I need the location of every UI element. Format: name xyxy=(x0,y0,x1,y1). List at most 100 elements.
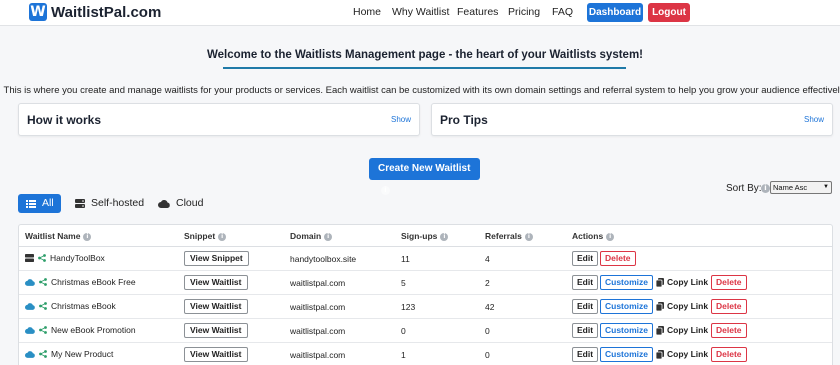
table-row: My New Product View Waitlist waitlistpal… xyxy=(19,343,832,365)
table-header: Waitlist Name i Snippet i Domain i Sign-ups… xyxy=(19,225,832,247)
customize-button[interactable]: Customize xyxy=(600,299,653,314)
waitlist-name-cell: HandyToolBox xyxy=(25,253,105,263)
copy-icon xyxy=(656,278,664,287)
info-icon: i xyxy=(524,232,533,241)
table-row: Christmas eBook Free View Waitlist waitl… xyxy=(19,271,832,295)
how-it-works-show-link[interactable]: Show xyxy=(391,115,411,124)
create-waitlist-label: Create New Waitlist xyxy=(378,163,471,174)
copy-link-label: Copy Link xyxy=(667,301,709,311)
waitlist-name: HandyToolBox xyxy=(50,253,105,263)
dashboard-button[interactable]: Dashboard xyxy=(587,3,643,22)
domain-cell: waitlistpal.com xyxy=(290,350,346,360)
waitlist-name: My New Product xyxy=(51,349,114,359)
brand-logo[interactable]: W WaitlistPal.com xyxy=(29,3,161,21)
view-snippet-button[interactable]: View Snippet xyxy=(184,251,249,266)
info-icon: i xyxy=(606,232,615,241)
signups-cell: 0 xyxy=(401,326,406,336)
copy-link-label: Copy Link xyxy=(667,349,709,359)
view-waitlist-button[interactable]: View Waitlist xyxy=(184,299,248,314)
cloud-icon xyxy=(25,350,35,358)
waitlist-name: New eBook Promotion xyxy=(51,325,136,335)
copy-link-label: Copy Link xyxy=(667,325,709,335)
server-icon xyxy=(75,199,85,208)
column-header-snippet: Snippet i xyxy=(184,231,227,241)
title-underline xyxy=(223,67,626,69)
column-header-domain: Domain i xyxy=(290,231,333,241)
list-icon xyxy=(26,199,36,208)
cloud-icon xyxy=(25,302,35,310)
domain-cell: waitlistpal.com xyxy=(290,326,346,336)
referrals-cell: 0 xyxy=(485,350,490,360)
logout-button[interactable]: Logout xyxy=(648,3,690,22)
nav-faq[interactable]: FAQ xyxy=(552,6,573,18)
copy-link-button[interactable]: Copy Link xyxy=(656,323,709,338)
column-header-actions: Actions i xyxy=(572,231,615,241)
filter-tab-cloud[interactable]: Cloud xyxy=(158,194,203,213)
pro-tips-panel: Pro Tips Show xyxy=(431,103,833,136)
nav-pricing[interactable]: Pricing xyxy=(508,6,540,18)
nav-home[interactable]: Home xyxy=(353,6,381,18)
delete-button[interactable]: Delete xyxy=(711,323,747,338)
nav-why-waitlist[interactable]: Why Waitlist xyxy=(392,6,449,18)
customize-button[interactable]: Customize xyxy=(600,323,653,338)
copy-icon xyxy=(656,350,664,359)
copy-link-button[interactable]: Copy Link xyxy=(656,275,709,290)
waitlist-name-cell: New eBook Promotion xyxy=(25,325,136,335)
sort-select[interactable]: Name Asc ▼ xyxy=(770,181,832,194)
copy-link-button[interactable]: Copy Link xyxy=(656,299,709,314)
page-title: Welcome to the Waitlists Management page… xyxy=(206,49,644,61)
filter-tab-self-hosted[interactable]: Self-hosted xyxy=(75,194,144,213)
signups-cell: 123 xyxy=(401,302,416,312)
copy-link-label: Copy Link xyxy=(667,277,709,287)
domain-cell: waitlistpal.com xyxy=(290,302,346,312)
info-icon: i xyxy=(381,185,390,195)
pro-tips-show-link[interactable]: Show xyxy=(804,115,824,124)
table-row: HandyToolBox View Snippet handytoolbox.s… xyxy=(19,247,832,271)
how-it-works-panel: How it works Show xyxy=(18,103,420,136)
customize-button[interactable]: Customize xyxy=(600,275,653,290)
referrals-cell: 42 xyxy=(485,302,495,312)
filter-tab-self-hosted-label: Self-hosted xyxy=(91,197,145,209)
nav-features[interactable]: Features xyxy=(457,6,498,18)
table-row: Christmas eBook View Waitlist waitlistpa… xyxy=(19,295,832,319)
view-waitlist-button[interactable]: View Waitlist xyxy=(184,275,248,290)
delete-button[interactable]: Delete xyxy=(711,347,747,362)
edit-button[interactable]: Edit xyxy=(572,299,599,314)
column-header-referrals: Referrals i xyxy=(485,231,533,241)
customize-button[interactable]: Customize xyxy=(600,347,653,362)
edit-button[interactable]: Edit xyxy=(572,251,599,266)
share-icon xyxy=(38,254,46,262)
brand-name: WaitlistPal.com xyxy=(51,3,162,21)
edit-button[interactable]: Edit xyxy=(572,275,599,290)
column-header-name: Waitlist Name i xyxy=(25,231,92,241)
edit-button[interactable]: Edit xyxy=(572,347,599,362)
filter-tab-cloud-label: Cloud xyxy=(176,197,204,209)
sort-label: Sort By: xyxy=(726,183,762,194)
delete-button[interactable]: Delete xyxy=(711,299,747,314)
waitlist-name-cell: My New Product xyxy=(25,349,113,359)
server-icon xyxy=(25,254,34,262)
logo-badge-icon: W xyxy=(29,3,47,21)
view-waitlist-button[interactable]: View Waitlist xyxy=(184,347,248,362)
intro-text: This is where you create and manage wait… xyxy=(3,85,840,96)
copy-link-button[interactable]: Copy Link xyxy=(656,347,709,362)
top-navbar: W WaitlistPal.com Home Why Waitlist Feat… xyxy=(0,0,840,26)
referrals-cell: 2 xyxy=(485,278,490,288)
delete-button[interactable]: Delete xyxy=(711,275,747,290)
copy-icon xyxy=(656,302,664,311)
info-icon: i xyxy=(218,232,227,241)
edit-button[interactable]: Edit xyxy=(572,323,599,338)
share-icon xyxy=(39,350,47,358)
filter-tab-all[interactable]: All xyxy=(18,194,61,213)
cloud-icon xyxy=(25,278,35,286)
create-waitlist-button[interactable]: Create New Waitlist i xyxy=(369,158,480,195)
signups-cell: 11 xyxy=(401,254,410,264)
filter-tab-all-label: All xyxy=(42,197,54,209)
domain-cell: handytoolbox.site xyxy=(290,254,357,264)
signups-cell: 5 xyxy=(401,278,406,288)
waitlists-table: Waitlist Name i Snippet i Domain i Sign-ups… xyxy=(18,224,833,365)
waitlist-name: Christmas eBook Free xyxy=(51,277,136,287)
view-waitlist-button[interactable]: View Waitlist xyxy=(184,323,248,338)
pro-tips-title: Pro Tips xyxy=(440,113,488,127)
delete-button[interactable]: Delete xyxy=(600,251,636,266)
